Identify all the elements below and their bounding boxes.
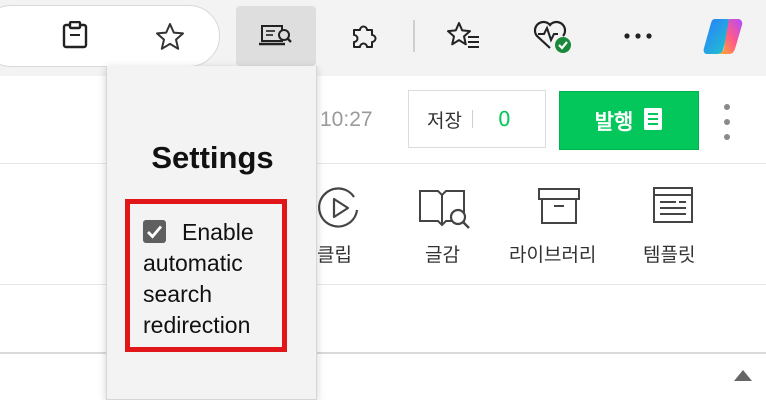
extension-search-icon[interactable] (236, 6, 316, 66)
material-tool-label[interactable]: 글감 (425, 240, 460, 267)
favorites-list-icon[interactable] (443, 18, 483, 54)
toolbar-separator (413, 20, 415, 52)
save-button-separator (471, 110, 473, 128)
auto-redirect-checkbox[interactable] (143, 220, 166, 243)
more-icon[interactable] (620, 24, 656, 48)
clip-tool-button[interactable] (316, 185, 362, 231)
copilot-icon[interactable] (699, 14, 747, 58)
settings-popup: Settings Enable automatic search redirec… (106, 66, 317, 400)
save-button[interactable]: 저장 0 (408, 90, 546, 148)
more-options-icon[interactable] (720, 104, 734, 140)
clipboard-icon[interactable] (58, 18, 92, 52)
extensions-puzzle-icon[interactable] (346, 18, 382, 54)
library-tool-button[interactable] (537, 185, 581, 225)
book-search-icon (418, 185, 474, 231)
clip-tool-label[interactable]: 클립 (317, 240, 352, 267)
library-tool-label[interactable]: 라이브러리 (509, 240, 596, 267)
draft-count[interactable]: 0 (498, 107, 511, 131)
auto-redirect-option[interactable]: Enable automatic search redirection (143, 217, 279, 341)
save-button-label: 저장 (427, 109, 462, 132)
popup-title: Settings (151, 140, 274, 175)
template-tool-button[interactable] (652, 185, 694, 225)
template-tool-label[interactable]: 템플릿 (643, 240, 695, 267)
save-time: 10:27 (320, 108, 373, 131)
scroll-up-arrow-icon[interactable] (734, 370, 752, 381)
material-tool-button[interactable] (418, 185, 474, 231)
archive-box-icon (537, 185, 581, 225)
publish-button-label: 발행 (594, 109, 634, 134)
browser-toolbar (0, 0, 766, 76)
favorite-star-icon[interactable] (152, 19, 188, 55)
template-icon (652, 185, 694, 225)
document-icon (643, 107, 663, 135)
browser-health-icon[interactable] (531, 16, 575, 56)
publish-button[interactable]: 발행 (559, 91, 699, 150)
clip-play-icon (316, 185, 362, 231)
